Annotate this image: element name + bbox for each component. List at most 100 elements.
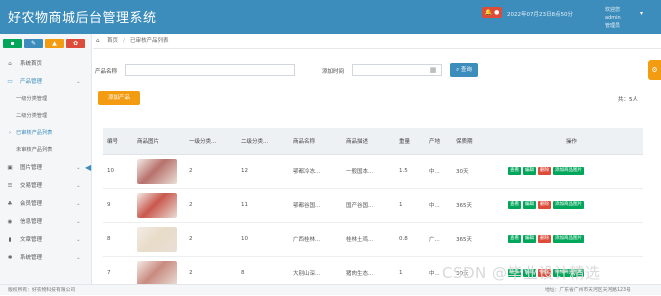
chevron-down-icon: ⌄ bbox=[76, 165, 81, 171]
col-origin[interactable]: 产地 bbox=[425, 128, 452, 155]
cell-cat1: 2 bbox=[185, 222, 237, 257]
product-thumbnail[interactable] bbox=[137, 192, 177, 218]
home-icon: ⌂ bbox=[8, 61, 12, 67]
sidebar-item-home[interactable]: ⌂ 系统首页 bbox=[0, 56, 92, 72]
sidebar-item-articles[interactable]: ▮ 文章管理 ⌄ bbox=[0, 232, 92, 248]
user-welcome: 欢迎您 admin bbox=[605, 7, 621, 21]
col-cat1[interactable]: 一级分类... bbox=[185, 128, 237, 155]
cell-shelf: 365天 bbox=[452, 222, 500, 257]
sidebar-item-info[interactable]: ◉ 信息管理 ⌄ bbox=[0, 214, 92, 230]
table-row: 10 2 12 鄂都冷冻... 一般国本... 1.5 中... 30天 查看 编辑 删除 添加商品图… bbox=[103, 154, 643, 189]
cell-desc: 桂林土鸡... bbox=[342, 222, 395, 257]
sidebar-sub-category2[interactable]: 二级分类管理 bbox=[0, 109, 92, 124]
cell-shelf: 30天 bbox=[452, 154, 500, 189]
col-ops: 操作 bbox=[500, 128, 643, 155]
col-shelf[interactable]: 保质期 bbox=[452, 128, 500, 155]
add-image-button[interactable]: 添加商品图片 bbox=[553, 167, 584, 175]
cell-image bbox=[133, 222, 185, 257]
gears-icon[interactable]: ✿ bbox=[66, 39, 85, 48]
top-header-bar: 好农物商城后台管理系统 🔔 ● 2022年07月23日8点50分 欢迎您 adm… bbox=[0, 0, 661, 34]
settings-float-icon[interactable]: ⚙ bbox=[648, 60, 661, 80]
chart-icon[interactable]: ▪ bbox=[3, 39, 22, 48]
sidebar-shortcut-icons: ▪ ✎ ▲ ✿ bbox=[3, 39, 88, 49]
cell-cat1: 2 bbox=[185, 188, 237, 223]
product-thumbnail[interactable] bbox=[137, 260, 177, 286]
delete-button[interactable]: 删除 bbox=[538, 167, 551, 175]
col-desc[interactable]: 商品描述 bbox=[342, 128, 395, 155]
col-cat2[interactable]: 二级分类... bbox=[237, 128, 289, 155]
cell-weight: 0.8 bbox=[395, 222, 425, 257]
view-button[interactable]: 查看 bbox=[508, 201, 521, 209]
sidebar-item-product[interactable]: ▭ 产品管理 ⌄ bbox=[0, 74, 92, 90]
cell-name: 鄂都谷国... bbox=[289, 188, 342, 223]
home-icon[interactable]: ⌂ bbox=[96, 34, 100, 49]
product-thumbnail[interactable] bbox=[137, 226, 177, 252]
calendar-icon[interactable]: ▦ bbox=[425, 64, 441, 76]
edit-button[interactable]: 编辑 bbox=[523, 201, 536, 209]
product-name-label: 产品名称 bbox=[95, 69, 118, 75]
add-image-button[interactable]: 添加商品图片 bbox=[553, 201, 584, 209]
col-image[interactable]: 商品图片 bbox=[133, 128, 185, 155]
info-icon: ◉ bbox=[7, 219, 13, 225]
query-button[interactable]: ⌕ 查询 bbox=[450, 63, 478, 77]
view-button[interactable]: 查看 bbox=[508, 235, 521, 243]
product-thumbnail[interactable] bbox=[137, 158, 177, 184]
list-icon: ☰ bbox=[7, 183, 13, 189]
delete-button[interactable]: 删除 bbox=[538, 201, 551, 209]
col-weight[interactable]: 重量 bbox=[395, 128, 425, 155]
cell-desc: 一般国本... bbox=[342, 154, 395, 189]
sidebar: ▪ ✎ ▲ ✿ ⌂ 系统首页 ▭ 产品管理 ⌄ 一级分类管理 二级分类管理 › … bbox=[0, 34, 92, 295]
table-row: 8 2 10 广西桂林... 桂林土鸡... 0.8 广... 365天 查看 编辑 删除 添加商品图… bbox=[103, 222, 643, 257]
cell-cat2: 12 bbox=[237, 154, 289, 189]
footer: 版权所有：好农物科技有限公司 地址：广东省广州市天河区天河路123号 bbox=[0, 284, 661, 295]
breadcrumb-home[interactable]: 首页 bbox=[107, 34, 118, 49]
users-icon[interactable]: ▲ bbox=[45, 39, 64, 48]
sidebar-collapse-icon[interactable]: ◀ bbox=[85, 161, 92, 175]
edit-button[interactable]: 编辑 bbox=[523, 167, 536, 175]
sidebar-sub-unapproved[interactable]: 未审核产品列表 bbox=[0, 143, 92, 158]
user-menu[interactable]: 欢迎您 admin 管理员 bbox=[605, 6, 637, 30]
cell-ops: 查看 编辑 删除 添加商品图片 bbox=[500, 188, 643, 223]
table-row: 9 2 11 鄂都谷国... 国产谷国... 1 中... 365天 查看 编辑 删除 添加商品图片 bbox=[103, 188, 643, 223]
cell-id: 8 bbox=[103, 222, 133, 257]
cell-origin: 广... bbox=[425, 222, 452, 257]
chevron-down-icon: ⌄ bbox=[76, 79, 81, 85]
cell-desc: 国产谷国... bbox=[342, 188, 395, 223]
sidebar-item-images[interactable]: ▣ 图片管理 ⌄ bbox=[0, 160, 92, 176]
sidebar-item-system[interactable]: ✱ 系统管理 ⌄ bbox=[0, 250, 92, 266]
breadcrumb-separator: / bbox=[123, 38, 125, 44]
chevron-down-icon: ⌄ bbox=[76, 219, 81, 225]
delete-button[interactable]: 删除 bbox=[538, 235, 551, 243]
chevron-down-icon: ⌄ bbox=[76, 237, 81, 243]
user-dropdown-icon[interactable]: ▾ bbox=[640, 10, 643, 17]
footer-address: 地址：广东省广州市天河区天河路123号 bbox=[545, 288, 631, 293]
edit-button[interactable]: 编辑 bbox=[523, 235, 536, 243]
chevron-down-icon: ⌄ bbox=[76, 255, 81, 261]
watermark: CSDN @毕业设计精选 bbox=[442, 264, 601, 282]
sidebar-item-trade[interactable]: ☰ 交易管理 ⌄ bbox=[0, 178, 92, 194]
sidebar-item-members[interactable]: ♣ 会员管理 ⌄ bbox=[0, 196, 92, 212]
product-name-input[interactable] bbox=[125, 64, 295, 76]
active-dot-icon: › bbox=[9, 130, 12, 136]
add-product-button[interactable]: 添加产品 bbox=[98, 91, 140, 105]
cell-weight: 1 bbox=[395, 188, 425, 223]
cell-ops: 查看 编辑 删除 添加商品图片 bbox=[500, 222, 643, 257]
datetime-display: 2022年07月23日8点50分 bbox=[507, 12, 573, 18]
cell-cat2: 11 bbox=[237, 188, 289, 223]
cell-origin: 中... bbox=[425, 188, 452, 223]
notification-bell-icon[interactable]: 🔔 ● bbox=[482, 7, 502, 18]
pencil-icon[interactable]: ✎ bbox=[24, 39, 43, 48]
cell-id: 9 bbox=[103, 188, 133, 223]
sidebar-sub-approved[interactable]: › 已审核产品列表 bbox=[0, 126, 92, 141]
sidebar-sub-category1[interactable]: 一级分类管理 bbox=[0, 92, 92, 107]
table-header-row: 编号 商品图片 一级分类... 二级分类... 商品名称 商品描述 重量 产地 … bbox=[103, 128, 643, 155]
col-id[interactable]: 编号 bbox=[103, 128, 133, 155]
cell-cat1: 2 bbox=[185, 154, 237, 189]
add-image-button[interactable]: 添加商品图片 bbox=[553, 235, 584, 243]
col-name[interactable]: 商品名称 bbox=[289, 128, 342, 155]
view-button[interactable]: 查看 bbox=[508, 167, 521, 175]
breadcrumb-current: 已审核产品列表 bbox=[130, 38, 169, 44]
app-title: 好农物商城后台管理系统 bbox=[8, 11, 157, 26]
user-group-icon: ♣ bbox=[7, 201, 13, 207]
cell-name: 广西桂林... bbox=[289, 222, 342, 257]
